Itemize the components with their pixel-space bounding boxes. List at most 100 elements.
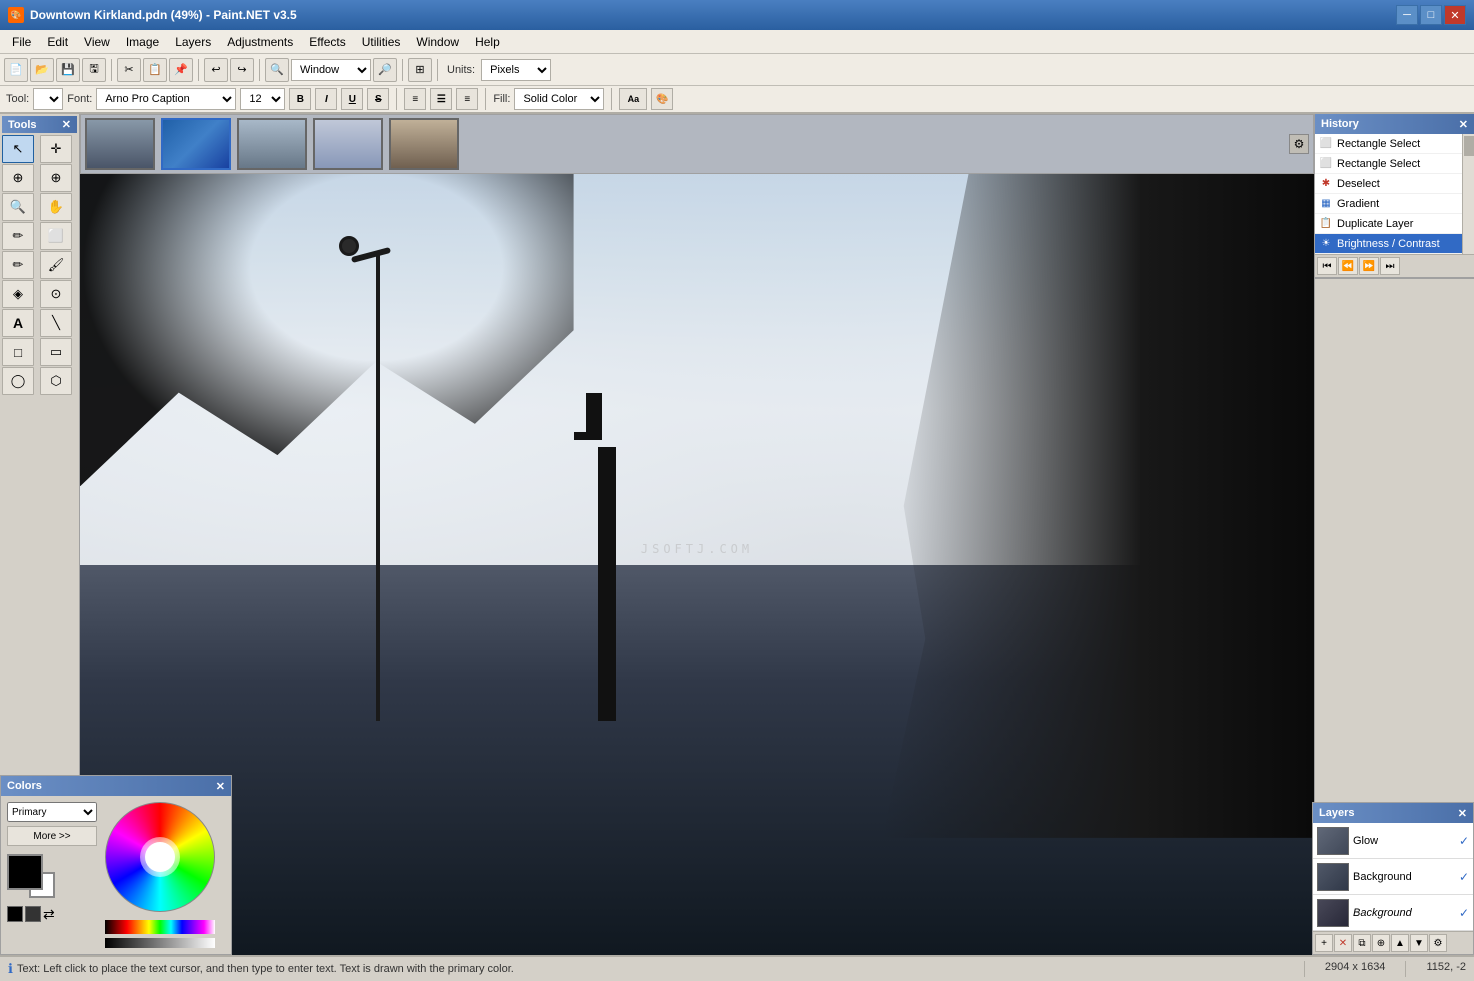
history-close-icon[interactable]: ✕ bbox=[1459, 118, 1468, 131]
zoom-in-button[interactable]: 🔎 bbox=[373, 58, 397, 82]
history-last-btn[interactable]: ⏭ bbox=[1380, 257, 1400, 275]
antialiasing-button[interactable]: Aa bbox=[619, 88, 647, 110]
tool-zoom-btn[interactable]: 🔍 bbox=[2, 193, 34, 221]
tool-gradient-btn[interactable]: ◈ bbox=[2, 280, 34, 308]
merge-layer-btn[interactable]: ⊕ bbox=[1372, 934, 1390, 952]
tools-close-icon[interactable]: ✕ bbox=[62, 118, 71, 131]
tool-freeform-btn[interactable]: ⬡ bbox=[40, 367, 72, 395]
tool-roundrect-btn[interactable]: ▭ bbox=[40, 338, 72, 366]
layer-check-background-italic[interactable]: ✓ bbox=[1459, 906, 1469, 920]
primary-color-swatch[interactable] bbox=[7, 854, 43, 890]
tool-select-btn[interactable]: ↖ bbox=[2, 135, 34, 163]
menu-window[interactable]: Window bbox=[408, 33, 467, 51]
menu-edit[interactable]: Edit bbox=[39, 33, 76, 51]
tool-pan-btn[interactable]: ✋ bbox=[40, 193, 72, 221]
grid-button[interactable]: ⊞ bbox=[408, 58, 432, 82]
menu-effects[interactable]: Effects bbox=[301, 33, 353, 51]
layer-item-glow[interactable]: Glow ✓ bbox=[1313, 823, 1473, 859]
new-button[interactable]: 📄 bbox=[4, 58, 28, 82]
layer-check-glow[interactable]: ✓ bbox=[1459, 834, 1469, 848]
tool-select[interactable]: A bbox=[33, 88, 63, 110]
history-next-btn[interactable]: ⏩ bbox=[1359, 257, 1379, 275]
menu-file[interactable]: File bbox=[4, 33, 39, 51]
tool-ellipse2-btn[interactable]: ◯ bbox=[2, 367, 34, 395]
tool-paint-btn[interactable]: ✏ bbox=[2, 222, 34, 250]
units-select[interactable]: Pixels bbox=[481, 59, 551, 81]
small-gray-swatch[interactable] bbox=[25, 906, 41, 922]
thumbnail-4[interactable] bbox=[313, 118, 383, 170]
align-center-button[interactable]: ☰ bbox=[430, 88, 452, 110]
history-scrollbar[interactable] bbox=[1462, 134, 1474, 254]
italic-button[interactable]: I bbox=[315, 88, 337, 110]
menu-utilities[interactable]: Utilities bbox=[354, 33, 409, 51]
align-right-button[interactable]: ≡ bbox=[456, 88, 478, 110]
layer-check-background[interactable]: ✓ bbox=[1459, 870, 1469, 884]
tool-move-btn[interactable]: ✛ bbox=[40, 135, 72, 163]
menu-layers[interactable]: Layers bbox=[167, 33, 219, 51]
cut-button[interactable]: ✂ bbox=[117, 58, 141, 82]
strikethrough-button[interactable]: S bbox=[367, 88, 389, 110]
move-layer-down-btn[interactable]: ▼ bbox=[1410, 934, 1428, 952]
thumbnail-settings[interactable]: ⚙ bbox=[1289, 134, 1309, 154]
tool-rect-btn[interactable]: □ bbox=[2, 338, 34, 366]
redo-button[interactable]: ↪ bbox=[230, 58, 254, 82]
zoom-select[interactable]: Window 50% 100% bbox=[291, 59, 371, 81]
grayscale-strip[interactable] bbox=[105, 938, 215, 948]
tool-lasso-btn[interactable]: ⊕ bbox=[2, 164, 34, 192]
history-item[interactable]: ✱ Deselect bbox=[1315, 174, 1474, 194]
history-item[interactable]: ⬜ Rectangle Select bbox=[1315, 154, 1474, 174]
open-button[interactable]: 📂 bbox=[30, 58, 54, 82]
menu-help[interactable]: Help bbox=[467, 33, 508, 51]
colors-close-icon[interactable]: ✕ bbox=[216, 780, 225, 793]
copy-button[interactable]: 📋 bbox=[143, 58, 167, 82]
tool-fill-btn[interactable]: 🖌 bbox=[40, 251, 72, 279]
maximize-button[interactable]: □ bbox=[1420, 5, 1442, 25]
layers-close-icon[interactable]: ✕ bbox=[1458, 807, 1467, 820]
tool-recolor-btn[interactable]: ⊙ bbox=[40, 280, 72, 308]
tool-text-btn[interactable]: A bbox=[2, 309, 34, 337]
zoom-out-button[interactable]: 🔍 bbox=[265, 58, 289, 82]
minimize-button[interactable]: ─ bbox=[1396, 5, 1418, 25]
color-mode-select[interactable]: Primary Secondary bbox=[7, 802, 97, 822]
add-layer-btn[interactable]: + bbox=[1315, 934, 1333, 952]
history-item[interactable]: 📋 Duplicate Layer bbox=[1315, 214, 1474, 234]
history-first-btn[interactable]: ⏮ bbox=[1317, 257, 1337, 275]
save-all-button[interactable]: 🖫 bbox=[82, 58, 106, 82]
move-layer-up-btn[interactable]: ▲ bbox=[1391, 934, 1409, 952]
menu-view[interactable]: View bbox=[76, 33, 118, 51]
font-size-select[interactable]: 12 bbox=[240, 88, 285, 110]
layer-item-background[interactable]: Background ✓ bbox=[1313, 859, 1473, 895]
layer-item-background-italic[interactable]: Background ✓ bbox=[1313, 895, 1473, 931]
thumbnail-2[interactable] bbox=[161, 118, 231, 170]
color-spectrum-strip[interactable] bbox=[105, 920, 215, 934]
thumbnail-1[interactable] bbox=[85, 118, 155, 170]
color-wheel[interactable] bbox=[105, 802, 215, 912]
save-button[interactable]: 💾 bbox=[56, 58, 80, 82]
close-button[interactable]: ✕ bbox=[1444, 5, 1466, 25]
thumbnail-3[interactable] bbox=[237, 118, 307, 170]
tool-line-btn[interactable]: ╲ bbox=[40, 309, 72, 337]
tool-pencil-btn[interactable]: ✏ bbox=[2, 251, 34, 279]
tool-eraser-btn[interactable]: ⬜ bbox=[40, 222, 72, 250]
swap-colors-btn[interactable]: ⇄ bbox=[43, 906, 65, 922]
more-colors-button[interactable]: More >> bbox=[7, 826, 97, 846]
history-item[interactable]: ▦ Gradient bbox=[1315, 194, 1474, 214]
tool-ellipse-btn[interactable]: ⊕ bbox=[40, 164, 72, 192]
small-black-swatch[interactable] bbox=[7, 906, 23, 922]
undo-button[interactable]: ↩ bbox=[204, 58, 228, 82]
fill-select[interactable]: Solid Color bbox=[514, 88, 604, 110]
history-item[interactable]: ⬜ Rectangle Select bbox=[1315, 134, 1474, 154]
underline-button[interactable]: U bbox=[341, 88, 363, 110]
duplicate-layer-btn[interactable]: ⧉ bbox=[1353, 934, 1371, 952]
thumbnail-5[interactable] bbox=[389, 118, 459, 170]
color-picker-btn[interactable]: 🎨 bbox=[651, 88, 673, 110]
menu-adjustments[interactable]: Adjustments bbox=[219, 33, 301, 51]
history-item-active[interactable]: ☀ Brightness / Contrast bbox=[1315, 234, 1474, 254]
layer-properties-btn[interactable]: ⚙ bbox=[1429, 934, 1447, 952]
delete-layer-btn[interactable]: ✕ bbox=[1334, 934, 1352, 952]
bold-button[interactable]: B bbox=[289, 88, 311, 110]
history-prev-btn[interactable]: ⏪ bbox=[1338, 257, 1358, 275]
paste-button[interactable]: 📌 bbox=[169, 58, 193, 82]
align-left-button[interactable]: ≡ bbox=[404, 88, 426, 110]
font-select[interactable]: Arno Pro Caption bbox=[96, 88, 236, 110]
